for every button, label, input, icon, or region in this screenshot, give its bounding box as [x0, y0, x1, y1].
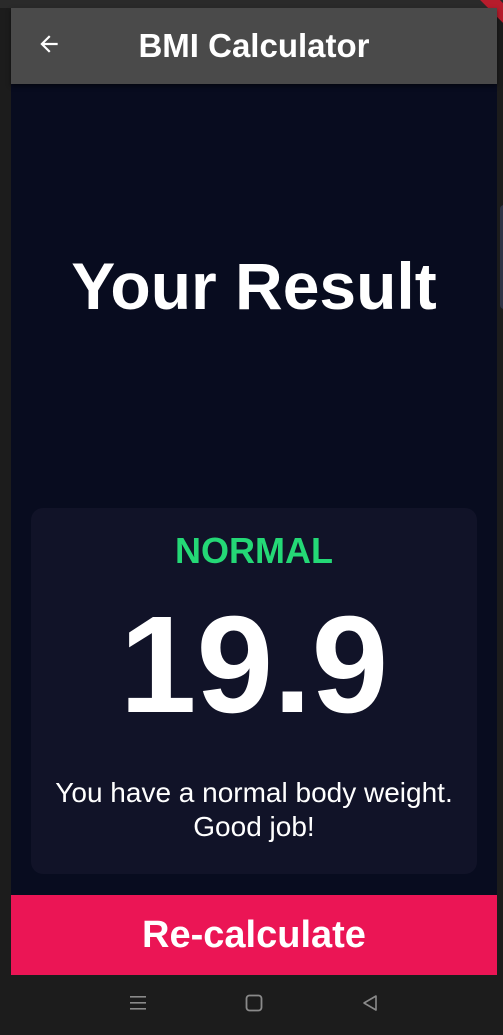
bmi-value: 19.9 — [119, 588, 389, 742]
back-triangle-icon — [360, 993, 380, 1018]
app-bar: BMI Calculator — [11, 8, 497, 84]
bmi-category: NORMAL — [175, 530, 333, 571]
status-bar — [0, 0, 503, 8]
nav-back-button[interactable] — [350, 987, 390, 1023]
menu-icon — [128, 994, 148, 1017]
bmi-interpretation: You have a normal body weight. Good job! — [55, 777, 453, 842]
app-title: BMI Calculator — [138, 27, 370, 64]
result-heading: Your Result — [71, 249, 437, 323]
recents-button[interactable] — [118, 987, 158, 1023]
back-button[interactable] — [31, 28, 67, 64]
home-button[interactable] — [234, 987, 274, 1023]
recalculate-button[interactable]: Re-calculate — [11, 895, 497, 975]
system-nav-bar — [0, 975, 503, 1035]
result-card: NORMAL 19.9 You have a normal body weigh… — [31, 508, 477, 874]
home-square-icon — [244, 993, 264, 1018]
app-screen: BMI Calculator Your Result NORMAL 19.9 Y… — [11, 8, 503, 975]
arrow-back-icon — [36, 31, 62, 62]
